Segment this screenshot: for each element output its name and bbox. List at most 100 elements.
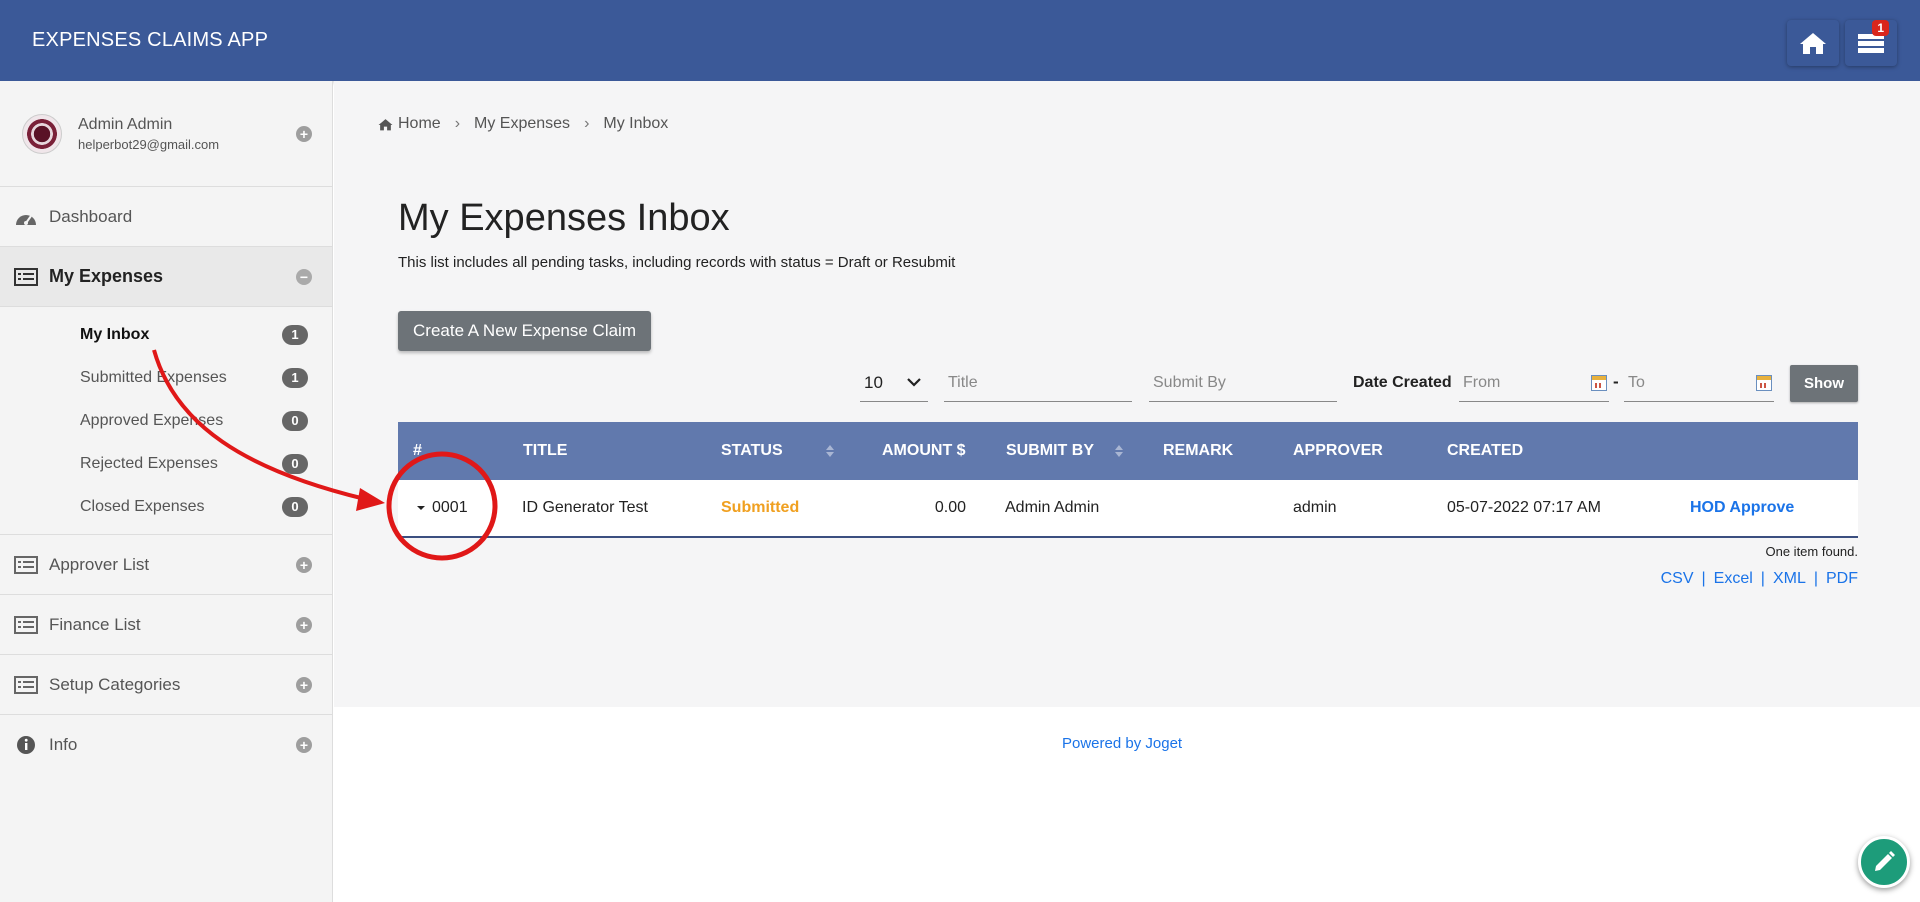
caret-down-icon[interactable] xyxy=(416,504,426,512)
submit-by-filter-input[interactable]: Submit By xyxy=(1149,364,1337,402)
column-header-status[interactable]: STATUS xyxy=(721,422,835,480)
breadcrumb-my-expenses[interactable]: My Expenses xyxy=(474,115,570,133)
collapse-icon[interactable]: − xyxy=(296,268,312,285)
count-badge: 0 xyxy=(282,496,308,517)
create-expense-claim-button[interactable]: Create A New Expense Claim xyxy=(398,311,651,351)
page-size-value: 10 xyxy=(864,372,883,392)
show-button[interactable]: Show xyxy=(1790,365,1858,402)
sidebar-item-label: Dashboard xyxy=(49,206,133,226)
date-from-input[interactable]: From xyxy=(1459,364,1609,402)
column-header-approver[interactable]: APPROVER xyxy=(1293,422,1383,480)
title-filter-input[interactable]: Title xyxy=(944,364,1132,402)
date-to-input[interactable]: To xyxy=(1624,364,1774,402)
column-header-submit-by[interactable]: SUBMIT BY xyxy=(1006,422,1124,480)
count-badge: 1 xyxy=(282,367,308,388)
row-submit-by: Admin Admin xyxy=(1005,499,1100,516)
breadcrumb-my-inbox[interactable]: My Inbox xyxy=(603,115,668,133)
list-icon xyxy=(14,555,40,575)
pencil-icon xyxy=(1875,851,1895,871)
sort-icon[interactable] xyxy=(1114,444,1124,458)
page-title: My Expenses Inbox xyxy=(398,197,730,239)
export-excel-link[interactable]: Excel xyxy=(1714,570,1753,588)
sub-item-label: Approved Expenses xyxy=(80,411,224,429)
top-header: EXPENSES CLAIMS APP 1 xyxy=(0,0,1920,81)
sidebar-item-submitted-expenses[interactable]: Submitted Expenses 1 xyxy=(0,356,332,399)
my-expenses-submenu: My Inbox 1 Submitted Expenses 1 Approved… xyxy=(0,307,332,535)
sidebar-item-my-expenses[interactable]: My Expenses − xyxy=(0,247,332,307)
sidebar-item-my-inbox[interactable]: My Inbox 1 xyxy=(0,313,332,356)
powered-by-link[interactable]: Powered by Joget xyxy=(1062,735,1182,752)
sidebar-item-label: Setup Categories xyxy=(49,674,181,694)
sub-item-label: Submitted Expenses xyxy=(80,368,227,386)
title-filter-placeholder: Title xyxy=(948,373,978,391)
row-amount: 0.00 xyxy=(934,499,966,516)
expand-icon[interactable]: + xyxy=(296,556,312,573)
sidebar-item-rejected-expenses[interactable]: Rejected Expenses 0 xyxy=(0,442,332,485)
count-badge: 0 xyxy=(282,453,308,474)
export-csv-link[interactable]: CSV xyxy=(1661,570,1694,588)
sidebar-item-label: My Expenses xyxy=(49,266,164,286)
column-header-amount[interactable]: AMOUNT $ xyxy=(882,422,966,480)
expand-icon[interactable]: + xyxy=(296,616,312,633)
hod-approve-link[interactable]: HOD Approve xyxy=(1690,480,1794,536)
sidebar-item-info[interactable]: Info + xyxy=(0,715,332,775)
user-profile[interactable]: Admin Admin helperbot29@gmail.com + xyxy=(0,81,332,187)
list-icon xyxy=(14,615,40,635)
date-from-placeholder: From xyxy=(1463,373,1501,391)
date-created-label: Date Created xyxy=(1353,374,1452,391)
app-title[interactable]: EXPENSES CLAIMS APP xyxy=(32,29,268,52)
home-button[interactable] xyxy=(1787,20,1839,66)
home-icon xyxy=(1800,33,1826,54)
inbox-button[interactable]: 1 xyxy=(1845,20,1897,66)
breadcrumb: Home › My Expenses › My Inbox xyxy=(378,115,668,133)
export-xml-link[interactable]: XML xyxy=(1773,570,1806,588)
export-links: CSV | Excel | XML | PDF xyxy=(1660,570,1858,588)
chevron-down-icon xyxy=(907,378,921,387)
table-header: # TITLE STATUS AMOUNT $ SUBMIT BY REMARK… xyxy=(398,422,1858,480)
dashboard-icon xyxy=(14,207,40,227)
sidebar-item-label: Info xyxy=(49,735,78,754)
count-badge: 1 xyxy=(282,324,308,345)
list-icon xyxy=(14,267,40,287)
expand-profile-icon[interactable]: + xyxy=(296,125,312,142)
sidebar-item-closed-expenses[interactable]: Closed Expenses 0 xyxy=(0,485,332,528)
sidebar: Admin Admin helperbot29@gmail.com + Dash… xyxy=(0,81,333,902)
chevron-right-icon: › xyxy=(454,115,461,132)
sidebar-item-label: Finance List xyxy=(49,614,141,634)
list-icon xyxy=(14,675,40,695)
avatar xyxy=(22,113,62,154)
sidebar-item-setup-categories[interactable]: Setup Categories + xyxy=(0,655,332,715)
expand-icon[interactable]: + xyxy=(296,676,312,693)
date-to-placeholder: To xyxy=(1628,373,1645,391)
column-header-created[interactable]: CREATED xyxy=(1447,422,1523,480)
page-description: This list includes all pending tasks, in… xyxy=(398,254,956,271)
column-header-remark[interactable]: REMARK xyxy=(1163,422,1233,480)
row-created: 05-07-2022 07:17 AM xyxy=(1447,499,1601,516)
export-pdf-link[interactable]: PDF xyxy=(1826,570,1858,588)
filter-bar: 10 Title Submit By Date Created From - T… xyxy=(334,364,1920,404)
column-header-submit-by-label: SUBMIT BY xyxy=(1006,442,1094,459)
sidebar-item-dashboard[interactable]: Dashboard xyxy=(0,187,332,247)
sub-item-label: Rejected Expenses xyxy=(80,454,218,472)
sidebar-item-approver-list[interactable]: Approver List + xyxy=(0,535,332,595)
edit-fab-button[interactable] xyxy=(1858,836,1910,888)
inbox-count-badge: 1 xyxy=(1872,20,1889,36)
sidebar-item-approved-expenses[interactable]: Approved Expenses 0 xyxy=(0,399,332,442)
expand-icon[interactable]: + xyxy=(296,737,312,753)
main-content: Home › My Expenses › My Inbox My Expense… xyxy=(334,81,1920,707)
calendar-icon[interactable] xyxy=(1591,375,1607,391)
column-header-title[interactable]: TITLE xyxy=(523,422,567,480)
row-id-cell[interactable]: 0001 xyxy=(416,480,468,536)
row-status: Submitted xyxy=(721,499,800,516)
sidebar-item-label: Approver List xyxy=(49,554,150,574)
sort-icon[interactable] xyxy=(825,444,835,458)
sub-item-label: My Inbox xyxy=(80,325,150,343)
row-title: ID Generator Test xyxy=(522,499,648,516)
row-approver: admin xyxy=(1293,499,1337,516)
expenses-table: # TITLE STATUS AMOUNT $ SUBMIT BY REMARK… xyxy=(398,422,1858,587)
page-size-select[interactable]: 10 xyxy=(860,364,928,402)
calendar-icon[interactable] xyxy=(1756,375,1772,391)
table-row[interactable]: 0001 ID Generator Test Submitted 0.00 Ad… xyxy=(398,480,1858,538)
sidebar-item-finance-list[interactable]: Finance List + xyxy=(0,595,332,655)
breadcrumb-home[interactable]: Home xyxy=(398,115,441,133)
